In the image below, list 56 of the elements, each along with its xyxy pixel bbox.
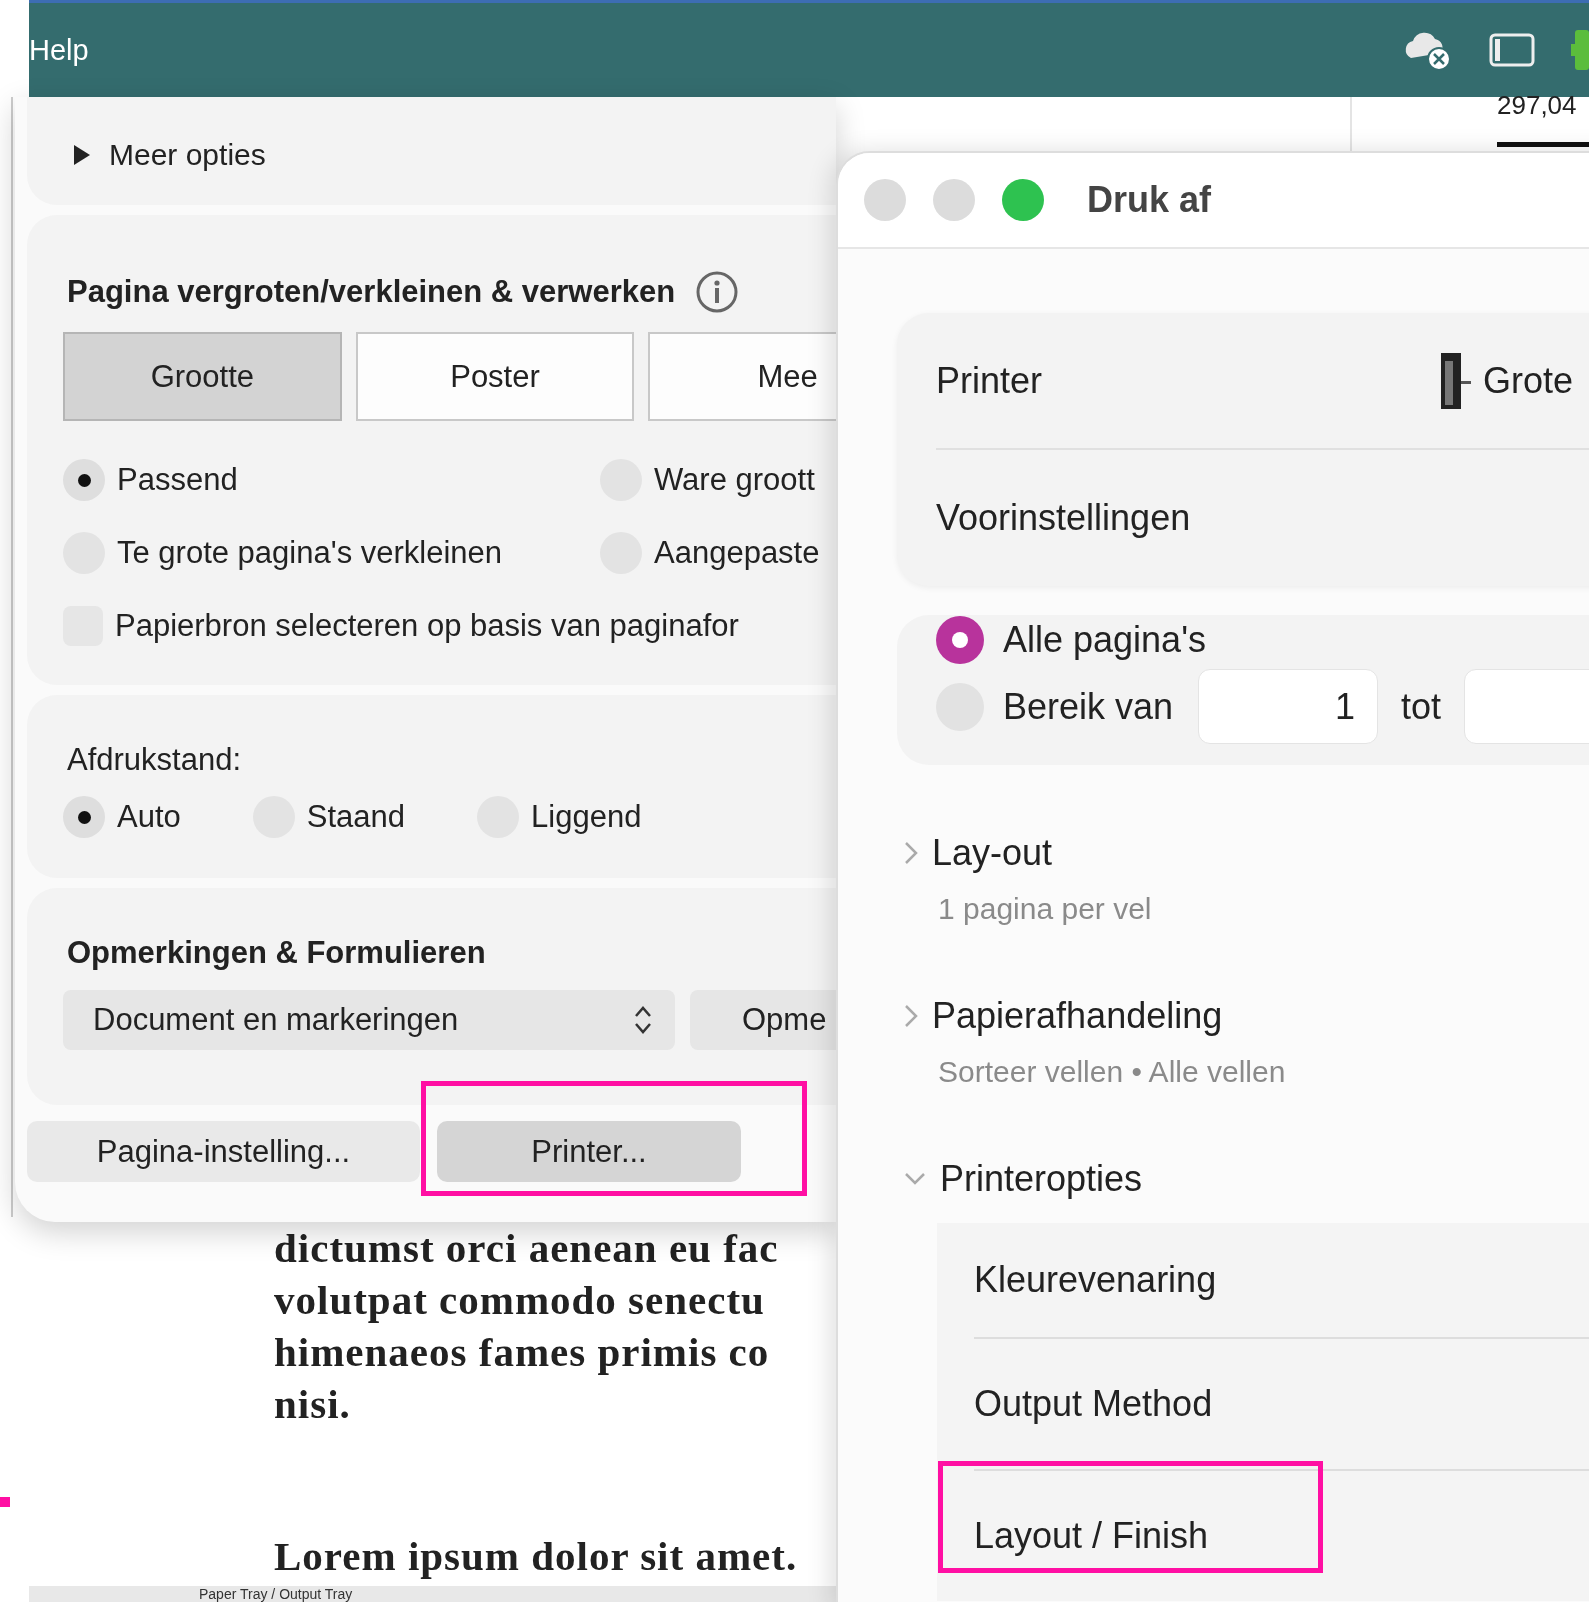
section-summary: 1 pagina per vel <box>938 891 1153 927</box>
menu-item[interactable]: Help <box>29 33 89 67</box>
option-label: Liggend <box>531 799 642 835</box>
disclosure-triangle-icon[interactable] <box>73 144 91 166</box>
section-title: Opmerkingen & Formulieren <box>67 935 486 971</box>
section-header[interactable]: Lay-out <box>932 832 1053 874</box>
app-icon[interactable] <box>1571 30 1589 70</box>
window-control-button[interactable] <box>864 179 906 221</box>
footer-button[interactable]: Printer... <box>437 1121 741 1182</box>
option-label: Auto <box>117 799 181 835</box>
list-item[interactable]: Kleurevenaring <box>974 1259 1217 1301</box>
section-summary: Sorteer vellen • Alle vellen <box>938 1054 1287 1090</box>
segment-tab[interactable]: Grootte <box>63 332 342 421</box>
info-icon[interactable] <box>695 270 740 314</box>
section-header[interactable]: Papierafhandeling <box>932 995 1223 1037</box>
list-item[interactable]: Output Method <box>974 1383 1213 1425</box>
updown-icon <box>633 1004 653 1036</box>
range-to-label: tot <box>1401 685 1442 728</box>
segment-tab[interactable]: Poster <box>355 332 635 421</box>
presets-label: Voorinstellingen <box>936 497 1191 539</box>
range-from-field[interactable]: 1 <box>1198 669 1379 744</box>
window-control-button[interactable] <box>933 179 975 221</box>
printer-value[interactable]: Grote <box>1483 359 1574 402</box>
sidebar-icon[interactable] <box>1489 33 1535 67</box>
window-title: Druk af <box>1087 179 1212 221</box>
printer-label: Printer <box>936 359 1043 402</box>
zoom-button[interactable] <box>1002 179 1044 221</box>
footer-button[interactable]: Pagina-instelling... <box>27 1121 420 1182</box>
document-text-line: dictumst orci aenean eu fac <box>274 1224 779 1273</box>
section-header[interactable]: Printeropties <box>940 1158 1143 1200</box>
document-text-line: volutpat commodo senectu <box>274 1276 766 1325</box>
document-text-line: himenaeos fames primis co <box>274 1328 771 1377</box>
chevron-right-icon[interactable] <box>904 1004 918 1028</box>
radio-button[interactable] <box>936 616 984 664</box>
option-label: Papierbron selecteren op basis van paginafor <box>115 608 739 644</box>
option-label: Aangepaste <box>654 535 820 571</box>
option-label: Passend <box>117 462 238 498</box>
option-label: Bereik van <box>1003 685 1174 728</box>
segment-tab[interactable]: Mee <box>648 332 836 421</box>
document-text-line: nisi. <box>274 1380 352 1429</box>
chevron-down-icon[interactable] <box>904 1172 926 1186</box>
option-label: Staand <box>306 799 406 835</box>
document-text-line: Lorem ipsum dolor sit amet. <box>274 1532 798 1581</box>
orientation-label: Afdrukstand: <box>67 742 243 778</box>
radio-button[interactable] <box>63 459 105 501</box>
annotations-dropdown[interactable]: Document en markeringen <box>63 990 675 1050</box>
more-options-label[interactable]: Meer opties <box>109 137 266 173</box>
list-item[interactable]: Layout / Finish <box>974 1515 1209 1557</box>
option-label: Ware groott <box>654 462 815 498</box>
section-title: Pagina vergroten/verkleinen & verwerken <box>67 274 676 310</box>
highlight-mark <box>0 1497 10 1507</box>
radio-button[interactable] <box>63 796 105 838</box>
option-label: Te grote pagina's verkleinen <box>117 535 503 571</box>
annotations-button[interactable]: Opme <box>690 990 836 1050</box>
option-label: Alle pagina's <box>1003 619 1206 661</box>
chevron-right-icon[interactable] <box>904 841 918 865</box>
